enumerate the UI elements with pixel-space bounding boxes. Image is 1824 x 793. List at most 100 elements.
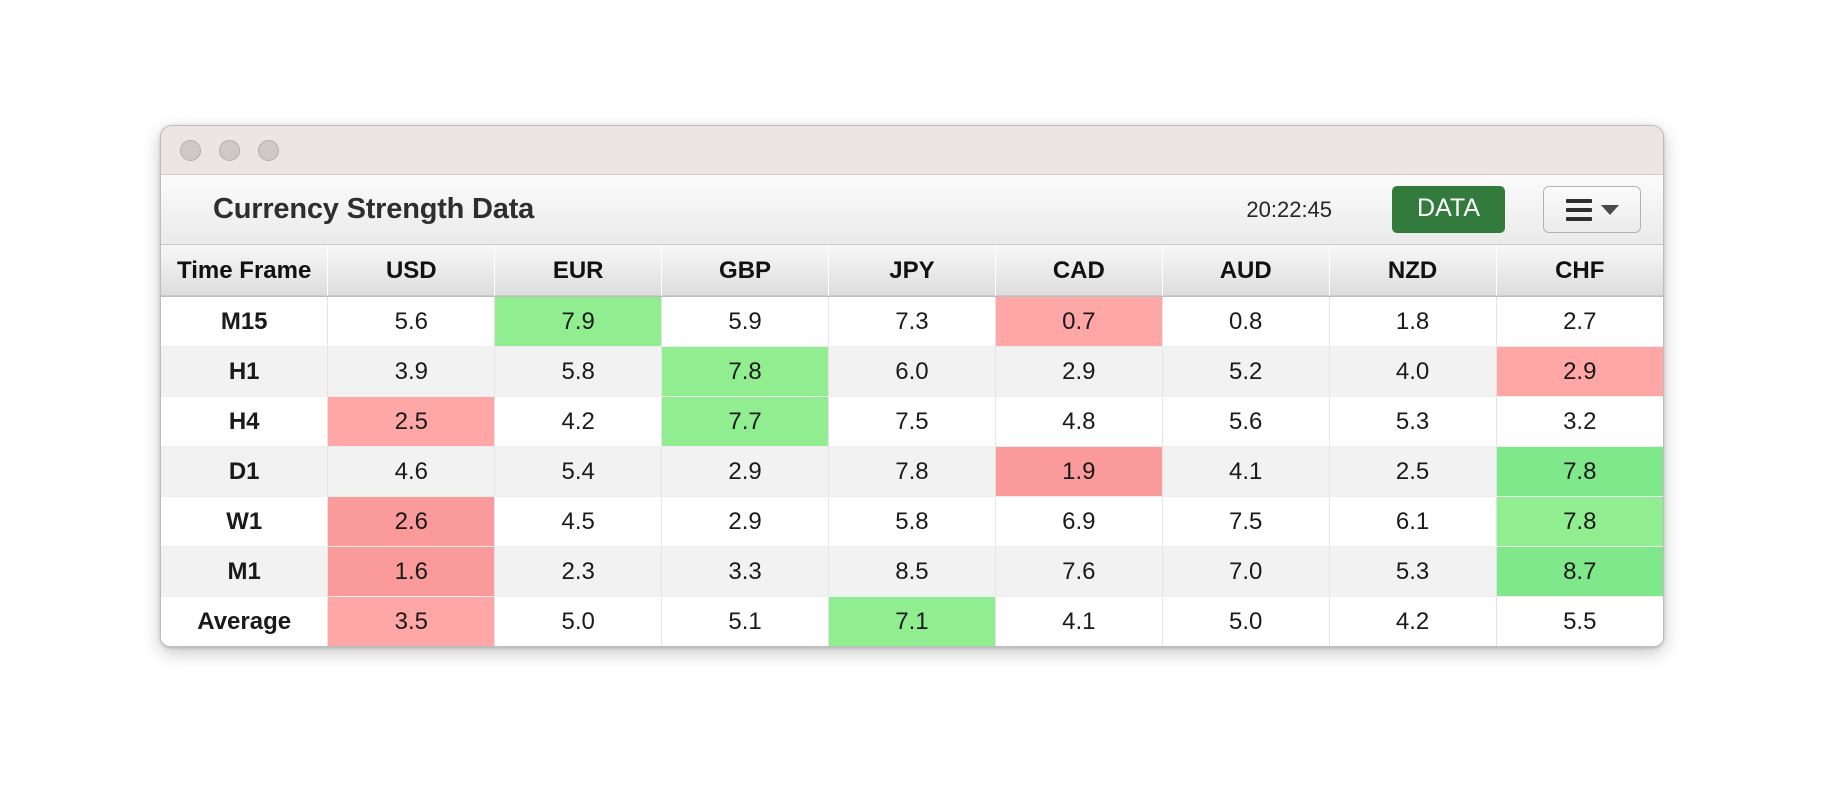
data-cell: 1.6 — [327, 546, 496, 597]
data-cell: 4.6 — [327, 446, 496, 497]
row-label: H1 — [161, 346, 329, 397]
data-cell: 7.8 — [1496, 446, 1663, 497]
data-cell: 7.9 — [494, 296, 663, 347]
data-cell: 4.2 — [1329, 596, 1497, 646]
data-cell: 8.5 — [828, 546, 996, 597]
data-cell: 4.8 — [995, 396, 1163, 447]
data-cell: 6.1 — [1329, 496, 1497, 547]
hamburger-icon — [1565, 198, 1592, 221]
cell-value: 8.7 — [1496, 547, 1663, 596]
data-cell: 2.5 — [327, 396, 496, 447]
data-cell: 7.3 — [828, 296, 996, 347]
clock-label: 20:22:45 — [1246, 196, 1333, 222]
table-row: D1 4.6 5.4 2.9 7.8 1.9 4.1 2.5 7.8 — [161, 446, 1663, 497]
close-dot[interactable] — [180, 139, 201, 161]
cell-value: 5.3 — [1395, 558, 1430, 585]
minimize-dot[interactable] — [219, 139, 240, 161]
table-row: H1 3.9 5.8 7.8 6.0 2.9 5.2 4.0 2.9 — [161, 346, 1663, 397]
cell-value: 5.8 — [561, 358, 595, 385]
cell-value: 0.8 — [1229, 308, 1263, 335]
table-row: H4 2.5 4.2 7.7 7.5 4.8 5.6 5.3 3.2 — [161, 396, 1663, 447]
cell-value: 4.2 — [1395, 608, 1430, 635]
column-header-usd[interactable]: USD — [327, 245, 496, 297]
row-label-text: H4 — [228, 408, 260, 435]
cell-value: 7.9 — [495, 297, 662, 346]
cell-value: 6.9 — [1062, 508, 1096, 535]
menu-button[interactable] — [1543, 186, 1641, 233]
cell-value: 2.6 — [328, 497, 495, 546]
cell-value: 5.3 — [1395, 408, 1430, 435]
cell-value: 5.2 — [1229, 358, 1263, 385]
data-cell: 2.5 — [1329, 446, 1497, 497]
cell-value: 6.0 — [895, 358, 929, 385]
cell-value: 2.7 — [1563, 308, 1597, 335]
screen: Currency Strength Data 20:22:45 DATA Tim… — [0, 0, 1824, 793]
data-cell: 0.7 — [995, 296, 1163, 347]
row-label: M1 — [161, 546, 329, 597]
cell-value: 7.8 — [1496, 497, 1663, 546]
column-header-gbp[interactable]: GBP — [661, 245, 829, 297]
cell-value: 7.8 — [662, 347, 828, 396]
app-window: Currency Strength Data 20:22:45 DATA Tim… — [160, 125, 1664, 647]
column-header-time-frame[interactable]: Time Frame — [161, 245, 329, 297]
data-cell: 7.5 — [828, 396, 996, 447]
cell-value: 2.9 — [1062, 358, 1096, 385]
data-cell: 6.0 — [828, 346, 996, 397]
cell-value: 2.9 — [728, 458, 762, 485]
cell-value: 3.5 — [328, 597, 495, 646]
cell-value: 5.9 — [728, 308, 762, 335]
cell-value: 4.1 — [1229, 458, 1263, 485]
table-header-row: Time Frame USD EUR GBP JPY CAD AUD NZD C… — [161, 245, 1663, 297]
data-cell: 5.9 — [661, 296, 829, 347]
column-header-jpy[interactable]: JPY — [828, 245, 996, 297]
cell-value: 7.5 — [895, 408, 929, 435]
chevron-down-icon — [1600, 204, 1619, 215]
cell-value: 7.1 — [829, 597, 995, 646]
data-cell: 7.7 — [661, 396, 829, 447]
cell-value: 5.6 — [394, 308, 428, 335]
cell-value: 4.8 — [1062, 408, 1096, 435]
data-cell: 1.8 — [1329, 296, 1497, 347]
cell-value: 2.9 — [1496, 347, 1663, 396]
window-titlebar — [161, 126, 1663, 175]
cell-value: 2.9 — [728, 508, 762, 535]
data-cell: 5.0 — [1162, 596, 1330, 646]
data-cell: 2.9 — [995, 346, 1163, 397]
cell-value: 7.0 — [1229, 558, 1263, 585]
data-cell: 7.5 — [1162, 496, 1330, 547]
cell-value: 3.9 — [394, 358, 428, 385]
data-cell: 2.3 — [494, 546, 663, 597]
column-header-aud[interactable]: AUD — [1162, 245, 1330, 297]
column-header-eur[interactable]: EUR — [494, 245, 663, 297]
cell-value: 7.6 — [1062, 558, 1096, 585]
data-cell: 5.8 — [828, 496, 996, 547]
data-cell: 4.5 — [494, 496, 663, 547]
data-cell: 5.3 — [1329, 396, 1497, 447]
data-cell: 2.7 — [1496, 296, 1663, 347]
cell-value: 5.6 — [1229, 408, 1263, 435]
data-cell: 0.8 — [1162, 296, 1330, 347]
data-cell: 4.2 — [494, 396, 663, 447]
cell-value: 4.0 — [1395, 358, 1430, 385]
data-cell: 3.2 — [1496, 396, 1663, 447]
column-header-nzd[interactable]: NZD — [1329, 245, 1497, 297]
cell-value: 5.0 — [1229, 608, 1263, 635]
cell-value: 1.8 — [1395, 308, 1430, 335]
data-cell: 5.6 — [327, 296, 496, 347]
cell-value: 7.8 — [1496, 447, 1663, 496]
row-label: D1 — [161, 446, 329, 497]
data-button[interactable]: DATA — [1392, 185, 1505, 234]
data-cell: 8.7 — [1496, 546, 1663, 597]
data-cell: 5.2 — [1162, 346, 1330, 397]
zoom-dot[interactable] — [258, 139, 279, 161]
cell-value: 4.1 — [1062, 608, 1096, 635]
data-cell: 2.9 — [661, 446, 829, 497]
table-row: M15 5.6 7.9 5.9 7.3 0.7 0.8 1.8 2.7 — [161, 296, 1663, 347]
column-header-chf[interactable]: CHF — [1496, 245, 1663, 297]
cell-value: 3.3 — [728, 558, 762, 585]
page-title: Currency Strength Data — [213, 193, 535, 225]
row-label-text: D1 — [228, 458, 260, 485]
data-cell: 5.8 — [494, 346, 663, 397]
table-body: M15 5.6 7.9 5.9 7.3 0.7 0.8 1.8 2.7 H1 3.9 5.8 7.8 6.… — [161, 296, 1663, 646]
column-header-cad[interactable]: CAD — [995, 245, 1163, 297]
